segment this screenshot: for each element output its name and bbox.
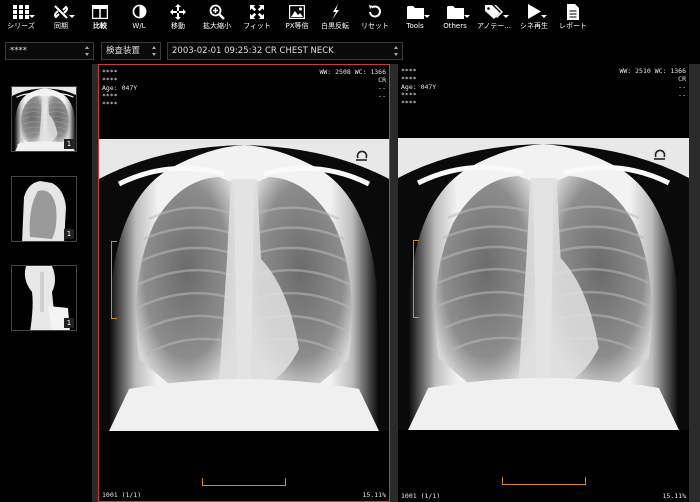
compare-button[interactable]: 比較: [89, 2, 111, 36]
tools-label: Tools: [406, 22, 424, 30]
main-toolbar: シリーズ 同期 比較 W/L 移動 拡大縮小 フィット PX等倍 白黒反転 リセ…: [0, 0, 700, 38]
study-select-value: 2003-02-01 09:25:32 CR CHEST NECK: [172, 46, 334, 56]
tools-button[interactable]: Tools: [402, 2, 430, 36]
folder-icon: [446, 2, 470, 21]
exam-device-select-value: 検査装置: [106, 46, 141, 56]
selector-bar: **** 検査装置 2003-02-01 09:25:32 CR CHEST N…: [0, 40, 700, 62]
others-button[interactable]: Others: [441, 2, 470, 36]
series-thumbnail[interactable]: ✓ 1: [11, 86, 77, 152]
study-select[interactable]: 2003-02-01 09:25:32 CR CHEST NECK: [167, 42, 403, 60]
updown-icon: [85, 46, 90, 56]
vertical-scale-ruler: [111, 241, 117, 319]
thumbnail-image-count: 1: [64, 139, 74, 149]
window-level-overlay: WW: 2510 WC: 1366 CR -- --: [619, 67, 686, 99]
thumbnail-image-count: 1: [64, 229, 74, 239]
play-icon: [527, 2, 547, 21]
series-thumbnail-panel: ✓ 1 1 1: [0, 64, 92, 502]
contrast-icon: [132, 2, 147, 21]
cine-button[interactable]: シネ再生: [519, 2, 549, 36]
patient-info-overlay: **** **** Age: 047Y **** ****: [401, 67, 437, 107]
vertical-scale-ruler: [413, 240, 419, 318]
reset-label: リセット: [361, 22, 389, 30]
compare-label: 比較: [93, 22, 107, 30]
zoom-in-icon: [209, 2, 225, 21]
grid-icon: [13, 2, 35, 21]
move-label: 移動: [171, 22, 185, 30]
reset-icon: [367, 2, 383, 21]
exam-device-select[interactable]: 検査装置: [101, 42, 161, 60]
px-equal-button[interactable]: PX等倍: [282, 2, 312, 36]
chest-xray-image: [99, 139, 389, 431]
move-arrows-icon: [170, 2, 186, 21]
zoom-level-overlay: 15.11%: [662, 492, 686, 500]
move-button[interactable]: 移動: [167, 2, 189, 36]
folder-icon: [406, 2, 430, 21]
fit-label: フィット: [243, 22, 271, 30]
others-label: Others: [443, 22, 467, 30]
rotate-icon[interactable]: [653, 148, 667, 162]
reset-button[interactable]: リセット: [359, 2, 391, 36]
patient-info-overlay: **** **** Age: 047Y **** ****: [102, 68, 138, 108]
zoom-button[interactable]: 拡大縮小: [201, 2, 233, 36]
report-label: レポート: [559, 22, 587, 30]
image-icon: [289, 2, 305, 21]
updown-icon: [394, 46, 399, 56]
fit-button[interactable]: フィット: [241, 2, 273, 36]
chest-xray-image: [398, 138, 689, 430]
window-level-overlay: WW: 2508 WC: 1366 CR -- --: [319, 68, 386, 100]
sync-label: 同期: [54, 22, 68, 30]
series-thumbnail[interactable]: 1: [11, 265, 77, 331]
image-viewport-right[interactable]: **** **** Age: 047Y **** **** WW: 2510 W…: [398, 64, 689, 502]
selected-check-icon: ✓: [16, 140, 24, 150]
sync-button[interactable]: 同期: [49, 2, 75, 36]
split-view-icon: [92, 2, 108, 21]
unlink-icon: [53, 2, 75, 21]
px-equal-label: PX等倍: [285, 22, 309, 30]
updown-icon: [152, 46, 157, 56]
image-viewport-left[interactable]: **** **** Age: 047Y **** **** WW: 2508 W…: [98, 64, 390, 502]
series-thumbnail[interactable]: 1: [11, 176, 77, 242]
invert-label: 白黒反転: [321, 22, 349, 30]
zoom-label: 拡大縮小: [203, 22, 231, 30]
document-icon: [567, 2, 579, 21]
series-button[interactable]: シリーズ: [6, 2, 36, 36]
cine-label: シネ再生: [520, 22, 548, 30]
horizontal-scale-ruler: [502, 477, 586, 485]
invert-button[interactable]: 白黒反転: [319, 2, 351, 36]
zoom-level-overlay: 15.11%: [362, 491, 386, 499]
series-label: シリーズ: [7, 22, 35, 30]
patient-select[interactable]: ****: [5, 42, 94, 60]
thumbnail-image-count: 1: [64, 318, 74, 328]
patient-select-value: ****: [10, 46, 27, 56]
tags-icon: [485, 2, 509, 21]
viewport-gutter: [390, 64, 398, 502]
wl-button[interactable]: W/L: [128, 2, 150, 36]
wl-label: W/L: [132, 22, 146, 30]
invert-icon: [329, 2, 341, 21]
image-number-overlay: 1001 (1/1): [401, 492, 441, 500]
fit-expand-icon: [250, 2, 264, 21]
annotation-label: アノテー...: [476, 22, 512, 30]
viewport-gutter: [689, 64, 700, 502]
report-button[interactable]: レポート: [559, 2, 587, 36]
rotate-icon[interactable]: [355, 149, 369, 163]
horizontal-scale-ruler: [202, 478, 286, 486]
annotation-button[interactable]: アノテー...: [475, 2, 513, 36]
image-number-overlay: 1001 (1/1): [102, 491, 142, 499]
